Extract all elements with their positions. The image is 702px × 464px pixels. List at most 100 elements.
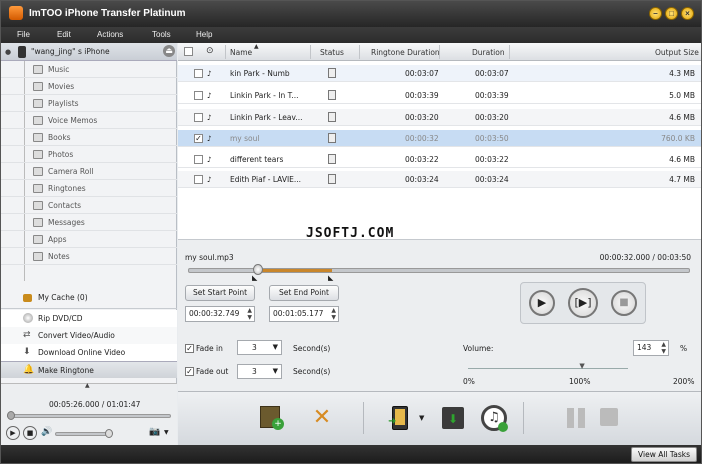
end-time-input[interactable]: 00:01:05.177 ▲ ▼: [269, 306, 339, 322]
start-marker-icon[interactable]: ◣: [252, 274, 257, 282]
table-row[interactable]: ♪ different tears 00:03:22 00:03:22 4.6 …: [178, 151, 701, 168]
collapse-up-icon[interactable]: ▲: [85, 382, 90, 389]
column-name[interactable]: Name: [230, 48, 252, 57]
column-output-size[interactable]: Output Size: [655, 48, 699, 57]
pause-icon[interactable]: [563, 404, 591, 432]
menu-tools[interactable]: Tools: [152, 30, 171, 39]
table-row-selected[interactable]: ✓ ♪ my soul 00:00:32 00:03:50 760.0 KB: [178, 130, 701, 147]
delete-icon[interactable]: ✕: [308, 404, 336, 432]
table-row[interactable]: ♪ Edith Piaf - LAVIE... 00:03:24 00:03:2…: [178, 171, 701, 188]
sidebar-item-my-cache[interactable]: My Cache (0): [1, 289, 177, 306]
spinner-icon[interactable]: ▲ ▼: [661, 341, 666, 355]
menu-help[interactable]: Help: [196, 30, 212, 39]
row-checkbox[interactable]: [194, 113, 203, 122]
sidebar-item-books[interactable]: Books: [1, 129, 177, 146]
task-rip-dvd[interactable]: Rip DVD/CD: [1, 310, 177, 327]
sidebar-item-notes[interactable]: Notes: [1, 248, 177, 265]
maximize-icon[interactable]: □: [665, 7, 678, 20]
device-row[interactable]: ● "wang_jing" s iPhone ⏏: [1, 43, 177, 61]
menu-edit[interactable]: Edit: [57, 30, 71, 39]
player-volume-bar[interactable]: [55, 432, 111, 436]
task-make-ringtone[interactable]: 🔔 Make Ringtone: [1, 361, 177, 378]
set-end-point-button[interactable]: Set End Point: [269, 285, 339, 301]
volume-slider-thumb[interactable]: ▼: [579, 362, 584, 370]
player-seek-bar[interactable]: [7, 414, 171, 418]
select-all-checkbox[interactable]: [184, 47, 193, 56]
sidebar-item-ringtones[interactable]: Ringtones: [1, 180, 177, 197]
stop-clip-icon[interactable]: ■: [611, 290, 637, 316]
play-clip-icon[interactable]: ▶: [529, 290, 555, 316]
sidebar-item-contacts[interactable]: Contacts: [1, 197, 177, 214]
row-checkbox-checked[interactable]: ✓: [194, 134, 203, 143]
row-checkbox[interactable]: [194, 155, 203, 164]
fade-out-checkbox[interactable]: ✓: [185, 367, 194, 376]
spinner-icon[interactable]: ▲ ▼: [247, 307, 252, 321]
column-duration[interactable]: Duration: [472, 48, 505, 57]
table-row[interactable]: ♪ Linkin Park - In T... 00:03:39 00:03:3…: [178, 87, 701, 104]
task-convert[interactable]: ⇄ Convert Video/Audio: [1, 327, 177, 344]
export-to-computer-icon[interactable]: ⬇: [440, 404, 468, 432]
task-download[interactable]: ⬇ Download Online Video: [1, 344, 177, 361]
sidebar-item-music[interactable]: Music: [1, 61, 177, 78]
volume-icon[interactable]: 🔊: [41, 427, 52, 437]
export-to-device-icon[interactable]: ➜: [388, 404, 416, 432]
menu-file[interactable]: File: [17, 30, 30, 39]
sidebar-item-photos[interactable]: Photos: [1, 146, 177, 163]
close-icon[interactable]: ×: [681, 7, 694, 20]
cell-output-size: 4.6 MB: [669, 155, 695, 164]
chevron-down-icon[interactable]: ▼: [419, 414, 424, 422]
player-volume-thumb[interactable]: [105, 429, 113, 438]
sidebar-item-voice-memos[interactable]: Voice Memos: [1, 112, 177, 129]
stop-icon[interactable]: [596, 404, 624, 432]
snapshot-icon[interactable]: 📷: [149, 427, 160, 437]
minimize-icon[interactable]: –: [649, 7, 662, 20]
column-ringtone-duration[interactable]: Ringtone Duration: [371, 48, 440, 57]
title-bar: ImTOO iPhone Transfer Platinum – □ ×: [1, 1, 701, 27]
chevron-down-icon[interactable]: ▼: [164, 429, 169, 436]
player-seek-thumb[interactable]: [7, 411, 15, 420]
volume-min-label: 0%: [463, 377, 475, 386]
column-separator: [310, 45, 311, 59]
add-to-itunes-icon[interactable]: ♫: [480, 404, 508, 432]
fade-in-select[interactable]: 3 ▼: [237, 340, 282, 355]
sidebar-item-movies[interactable]: Movies: [1, 78, 177, 95]
column-separator: [225, 45, 226, 59]
set-start-point-button[interactable]: Set Start Point: [185, 285, 255, 301]
volume-slider[interactable]: [468, 368, 628, 369]
collapse-icon[interactable]: ●: [5, 48, 11, 56]
end-marker-icon[interactable]: ◣: [328, 274, 333, 282]
window-title: ImTOO iPhone Transfer Platinum: [29, 8, 186, 19]
table-row[interactable]: ♪ Linkin Park - Leav... 00:03:20 00:03:2…: [178, 109, 701, 126]
sidebar-item-camera-roll[interactable]: Camera Roll: [1, 163, 177, 180]
table-row[interactable]: ♪ kin Park - Numb 00:03:07 00:03:07 4.3 …: [178, 65, 701, 82]
row-checkbox[interactable]: [194, 91, 203, 100]
status-icon: [328, 90, 336, 100]
cell-output-size: 760.0 KB: [661, 134, 695, 143]
stop-icon[interactable]: ■: [23, 426, 37, 440]
spinner-icon[interactable]: ▲ ▼: [331, 307, 336, 321]
sidebar: ● "wang_jing" s iPhone ⏏ Music Movies Pl…: [1, 43, 177, 445]
sidebar-item-messages[interactable]: Messages: [1, 214, 177, 231]
menu-actions[interactable]: Actions: [97, 30, 123, 39]
sidebar-item-label: Ringtones: [48, 184, 86, 193]
eject-icon[interactable]: ⏏: [163, 45, 175, 57]
fade-in-checkbox[interactable]: ✓: [185, 344, 194, 353]
status-bar: View All Tasks: [1, 445, 701, 463]
sidebar-item-playlists[interactable]: Playlists: [1, 95, 177, 112]
sidebar-item-apps[interactable]: Apps: [1, 231, 177, 248]
chevron-down-icon: ▼: [272, 343, 278, 351]
row-checkbox[interactable]: [194, 69, 203, 78]
volume-input[interactable]: 143 ▲ ▼: [633, 340, 669, 356]
volume-unit: %: [680, 344, 688, 353]
column-status[interactable]: Status: [320, 48, 344, 57]
fade-out-value: 3: [252, 367, 257, 376]
add-file-icon[interactable]: +: [258, 404, 286, 432]
row-checkbox[interactable]: [194, 175, 203, 184]
fade-out-select[interactable]: 3 ▼: [237, 364, 282, 379]
cell-ringtone-duration: 00:03:24: [405, 175, 439, 184]
play-icon[interactable]: ▶: [6, 426, 20, 440]
view-all-tasks-button[interactable]: View All Tasks: [631, 447, 697, 462]
cell-ringtone-duration: 00:03:20: [405, 113, 439, 122]
start-time-input[interactable]: 00:00:32.749 ▲ ▼: [185, 306, 255, 322]
play-range-icon[interactable]: [▶]: [568, 288, 598, 318]
